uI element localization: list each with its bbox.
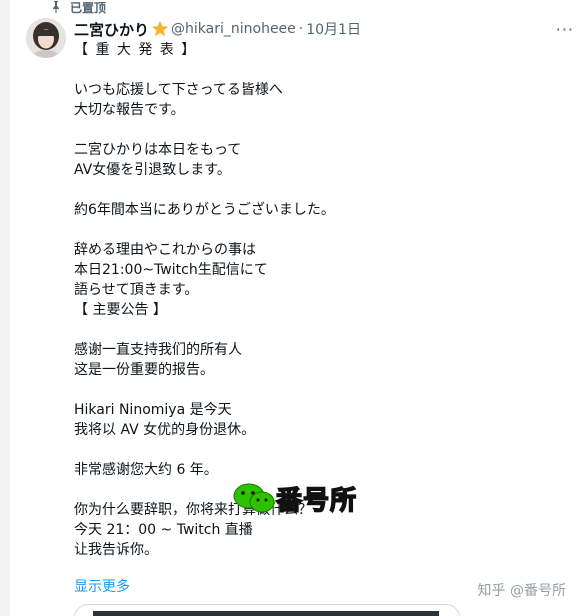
wechat-icon	[233, 483, 275, 513]
author-handle[interactable]: @hikari_ninoheee	[171, 21, 296, 37]
tweet-line: 【 主要公告 】	[74, 302, 167, 318]
media-thumbnail	[93, 611, 439, 616]
pin-icon	[53, 1, 59, 13]
media-preview[interactable]	[74, 604, 460, 616]
tweet-line: 感谢一直支持我们的所有人	[74, 342, 242, 358]
more-options-icon[interactable]: ···	[556, 20, 574, 39]
watermark-zhihu: 知乎 @番号所	[477, 583, 566, 599]
tweet-date[interactable]: 10月1日	[306, 19, 361, 39]
tweet-line: 約6年間本当にありがとうございました。	[74, 202, 335, 218]
tweet-line: 这是一份重要的报告。	[74, 362, 214, 378]
star-badge-icon	[151, 20, 169, 37]
separator-dot: ·	[298, 21, 304, 37]
tweet-line: 让我告诉你。	[74, 542, 158, 558]
watermark-site: 番号所	[275, 485, 358, 517]
avatar-photo	[26, 18, 66, 58]
left-rail	[0, 0, 10, 616]
tweet-line: 二宮ひかりは本日をもって	[74, 142, 242, 158]
tweet-line: 我将以 AV 女优的身份退休。	[74, 422, 256, 438]
pinned-label: 已置顶	[70, 0, 107, 15]
tweet-line: AV女優を引退致します。	[74, 162, 231, 178]
pinned-indicator: 已置顶	[50, 0, 107, 15]
tweet-line: いつも応援して下さってる皆様へ	[74, 82, 283, 98]
tweet-line: 【 重 大 発 表 】	[74, 42, 197, 58]
tweet-line: 非常感谢您大约 6 年。	[74, 462, 218, 478]
author-name[interactable]: 二宮ひかり	[74, 19, 149, 40]
tweet-page: 已置顶 二宮ひかり @hikari_ninoheee · 10月1日 ··· 【…	[0, 0, 580, 616]
avatar[interactable]	[26, 18, 66, 58]
tweet-line: 今天 21：00 ~ Twitch 直播	[74, 522, 253, 538]
tweet-line: 語らせて頂きます。	[74, 282, 199, 298]
tweet-line: 大切な報告です。	[74, 102, 185, 118]
show-more-link[interactable]: 显示更多	[74, 576, 130, 596]
tweet-header: 二宮ひかり @hikari_ninoheee · 10月1日	[74, 18, 361, 40]
tweet-line: Hikari Ninomiya 是今天	[74, 402, 232, 418]
tweet-line: 辞める理由やこれからの事は	[74, 242, 256, 258]
tweet-line: 本日21:00~Twitch生配信にて	[74, 262, 268, 278]
